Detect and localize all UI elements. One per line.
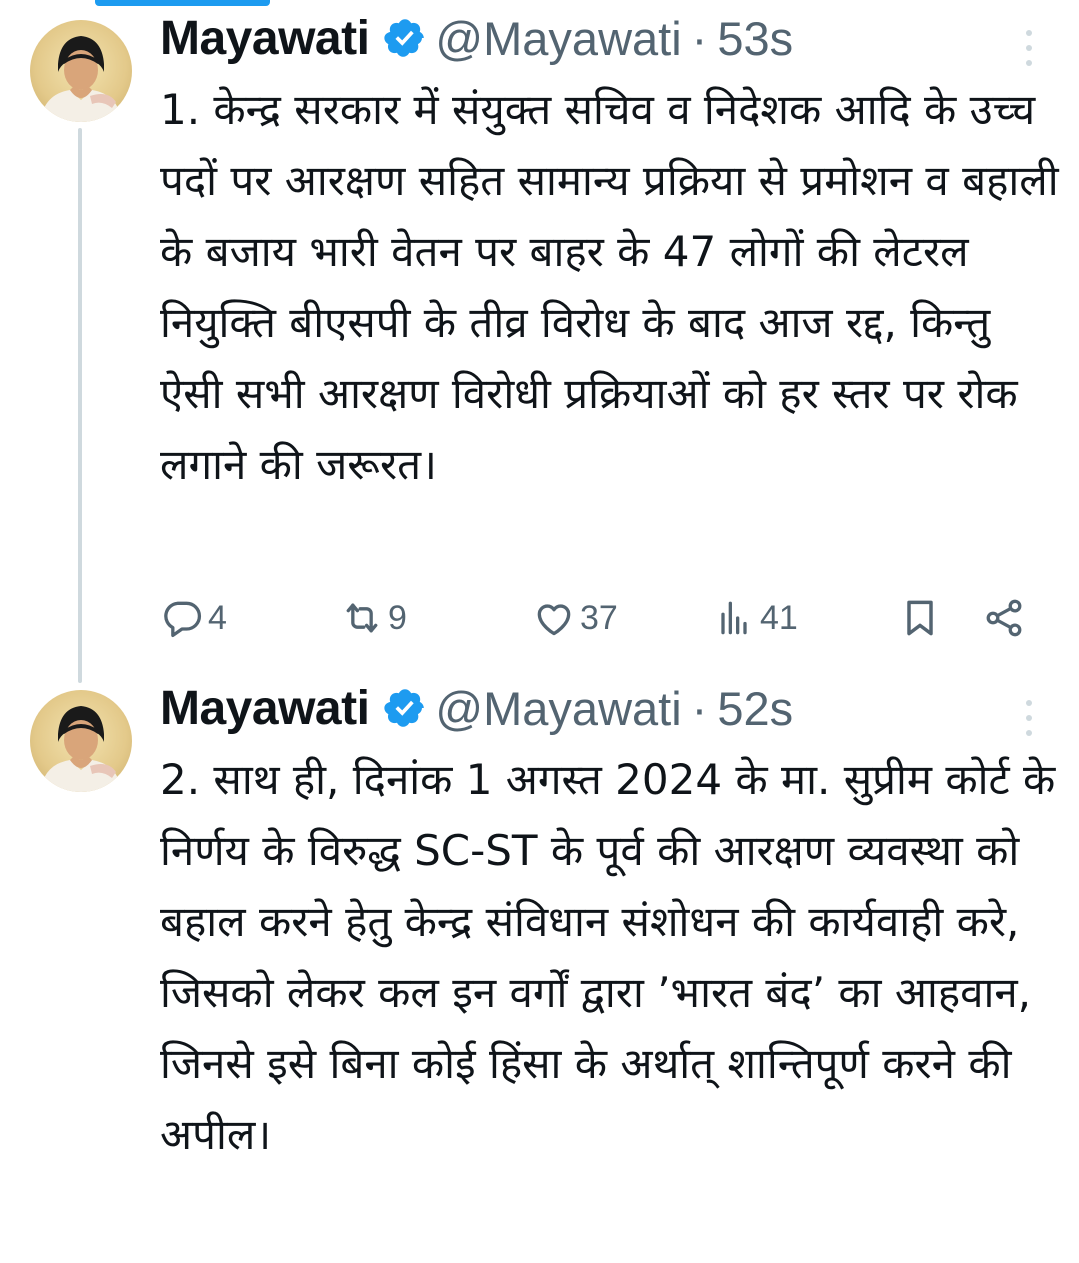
tweet-actions: 4 9 37 41 bbox=[160, 588, 1040, 648]
heart-icon bbox=[537, 604, 571, 636]
reply-count: 4 bbox=[208, 598, 227, 637]
like-button[interactable]: 37 bbox=[532, 588, 618, 648]
verified-badge-icon bbox=[383, 686, 427, 730]
thread-connector-line bbox=[78, 128, 82, 683]
like-count: 37 bbox=[580, 598, 618, 637]
tweet-header: Mayawati @Mayawati · 53s bbox=[160, 8, 793, 68]
tweet-2[interactable]: Mayawati @Mayawati · 52s 2. साथ ही, दिना… bbox=[0, 670, 1079, 1263]
views-icon bbox=[721, 601, 747, 635]
tweet-header: Mayawati @Mayawati · 52s bbox=[160, 678, 793, 738]
avatar[interactable] bbox=[30, 20, 132, 122]
reply-icon bbox=[164, 601, 202, 638]
tweet-text: 2. साथ ही, दिनांक 1 अगस्त 2024 के मा. सु… bbox=[160, 755, 1056, 1159]
timestamp[interactable]: 53s bbox=[717, 11, 793, 66]
tweet-text: 1. केन्द्र सरकार में संयुक्त सचिव व निदे… bbox=[160, 85, 1059, 489]
repost-icon bbox=[346, 603, 378, 633]
separator-dot: · bbox=[691, 11, 708, 65]
views-button[interactable]: 41 bbox=[712, 588, 798, 648]
separator-dot: · bbox=[691, 681, 708, 735]
author-handle[interactable]: @Mayawati bbox=[435, 681, 681, 736]
bookmark-button[interactable] bbox=[898, 588, 946, 648]
share-button[interactable] bbox=[982, 588, 1030, 648]
repost-button[interactable]: 9 bbox=[340, 588, 407, 648]
bookmark-icon bbox=[907, 600, 933, 636]
verified-badge-icon bbox=[383, 16, 427, 60]
more-vertical-icon[interactable] bbox=[1023, 700, 1035, 736]
author-name[interactable]: Mayawati bbox=[160, 681, 370, 736]
avatar[interactable] bbox=[30, 690, 132, 792]
repost-count: 9 bbox=[388, 598, 407, 637]
timestamp[interactable]: 52s bbox=[717, 681, 793, 736]
author-handle[interactable]: @Mayawati bbox=[435, 11, 681, 66]
tweet-1[interactable]: Mayawati @Mayawati · 53s 1. केन्द्र सरका… bbox=[0, 0, 1079, 683]
view-count: 41 bbox=[760, 598, 798, 637]
reply-button[interactable]: 4 bbox=[160, 588, 227, 648]
author-name[interactable]: Mayawati bbox=[160, 11, 370, 66]
share-icon bbox=[986, 599, 1022, 637]
more-vertical-icon[interactable] bbox=[1023, 30, 1035, 66]
